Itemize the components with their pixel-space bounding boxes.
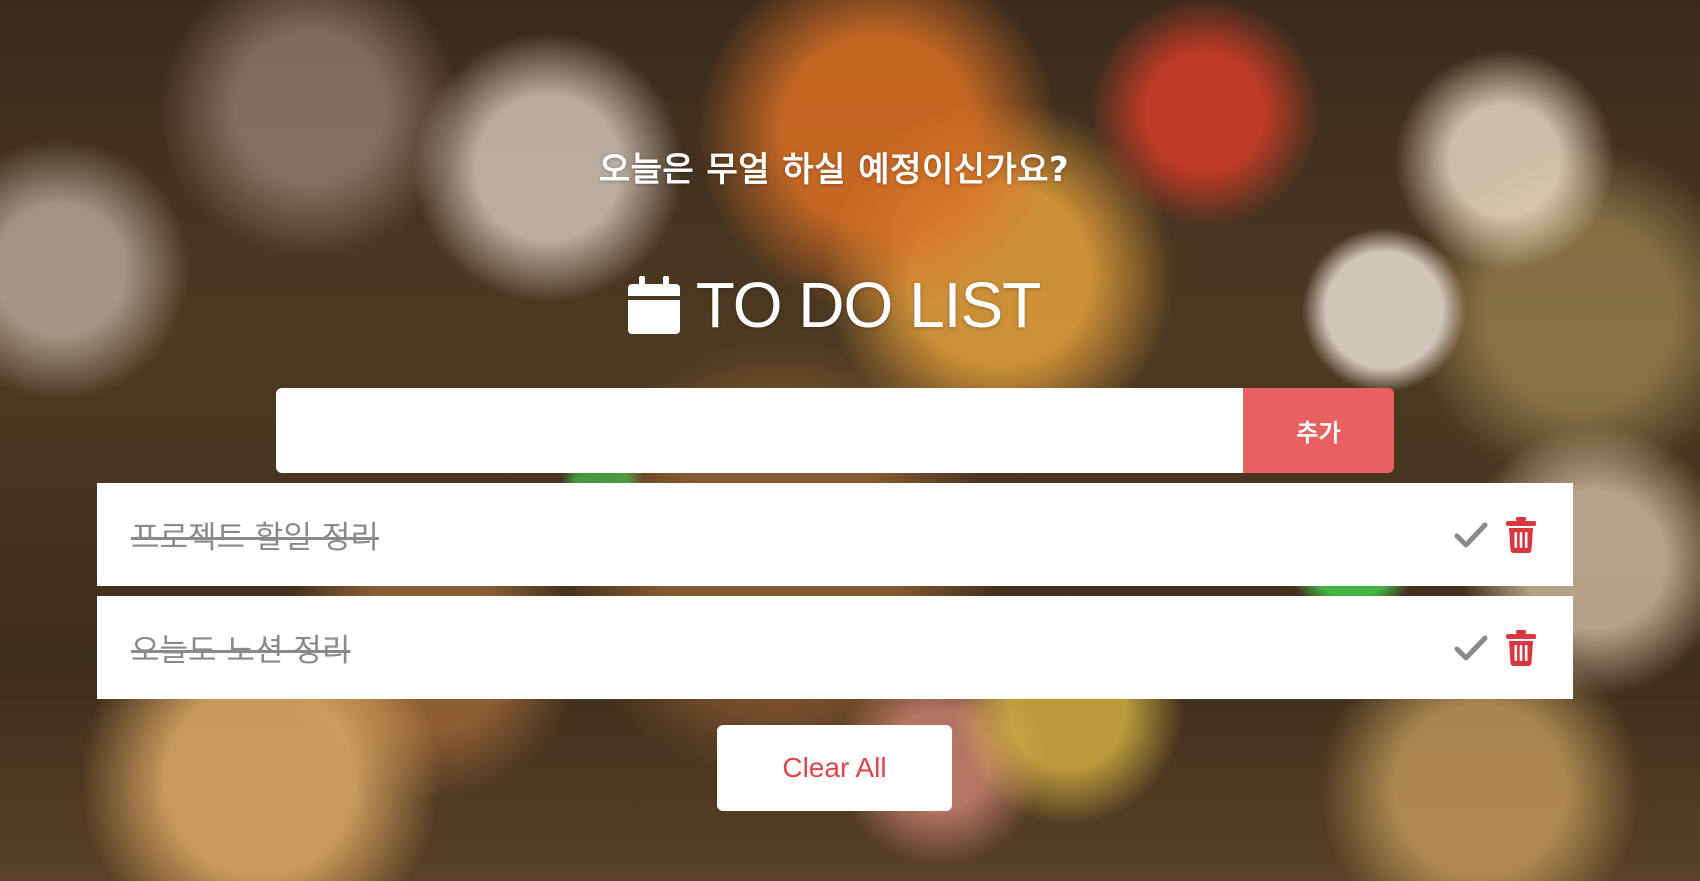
clear-all-button[interactable]: Clear All — [717, 725, 952, 811]
trash-icon[interactable] — [1501, 626, 1541, 670]
check-icon[interactable] — [1451, 513, 1491, 557]
todo-text: 오늘도 노션 정리 — [131, 633, 351, 669]
todo-item: 프로젝트 할일 정리 — [97, 483, 1573, 586]
calendar-icon — [627, 276, 680, 334]
page-subtitle: 오늘은 무얼 하실 예정이신가요? — [598, 150, 1070, 190]
add-todo-form: 추가 — [276, 388, 1394, 473]
check-icon[interactable] — [1451, 626, 1491, 670]
todo-list: 프로젝트 할일 정리 오늘도 노션 정리 — [97, 483, 1573, 709]
trash-icon[interactable] — [1501, 513, 1541, 557]
page-title: TO DO LIST — [0, 268, 1668, 342]
title-text: TO DO LIST — [695, 269, 1041, 341]
todo-input[interactable] — [276, 388, 1243, 473]
add-button[interactable]: 추가 — [1243, 388, 1394, 473]
todo-item: 오늘도 노션 정리 — [97, 596, 1573, 699]
todo-text: 프로젝트 할일 정리 — [131, 520, 379, 556]
